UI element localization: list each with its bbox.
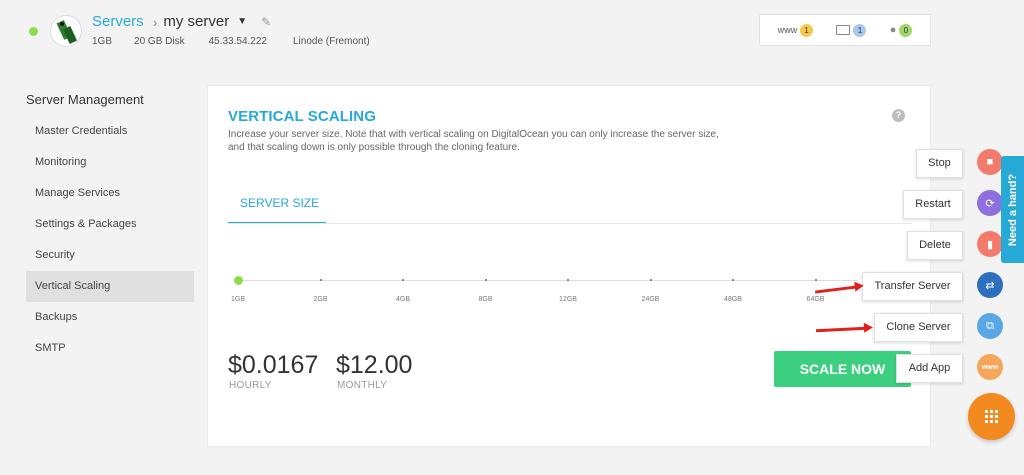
meta-ip: 45.33.54.222 xyxy=(208,36,267,47)
stop-button[interactable]: Stop xyxy=(916,149,963,178)
meta-provider: Linode (Fremont) xyxy=(292,36,370,47)
www-label: www xyxy=(777,25,798,35)
delete-button[interactable]: Delete xyxy=(907,231,963,260)
sidebar-item-master-credentials[interactable]: Master Credentials xyxy=(26,116,194,147)
size-slider-handle[interactable] xyxy=(234,276,243,285)
transfer-server-button[interactable]: Transfer Server xyxy=(862,272,963,301)
user-icon: ● xyxy=(889,24,897,36)
sidebar-item-backups[interactable]: Backups xyxy=(26,302,194,333)
slider-step-dot[interactable] xyxy=(567,279,569,281)
tab-server-size[interactable]: SERVER SIZE xyxy=(228,196,326,224)
sidebar: Server Management Master Credentials Mon… xyxy=(26,92,194,364)
need-a-hand-tab[interactable]: Need a hand? xyxy=(1001,156,1024,263)
hourly-price: $0.0167 xyxy=(228,351,319,379)
slider-size-label: 1GB xyxy=(230,296,246,303)
slider-step-dot[interactable] xyxy=(319,279,322,281)
slider-size-label: 48GB xyxy=(724,296,742,303)
slider-step-dot[interactable] xyxy=(402,279,404,281)
slider-size-label: 4GB xyxy=(395,296,411,303)
restart-button[interactable]: Restart xyxy=(903,190,963,219)
server-stats-box: www 1 1 ● 0 xyxy=(759,14,931,46)
server-header: Servers › my server ▼ ✎ 1GB 20 GB Disk 4… xyxy=(0,0,1024,62)
meta-ram: 1GB xyxy=(92,36,113,47)
transfer-icon[interactable]: ⇄ xyxy=(977,272,1003,298)
hourly-label: HOURLY xyxy=(229,380,272,391)
breadcrumb-servers-link[interactable]: Servers xyxy=(92,13,144,30)
server-avatar xyxy=(50,15,82,47)
stop-icon[interactable]: ■ xyxy=(977,149,1003,175)
tab-divider xyxy=(228,223,912,224)
slider-step-dot[interactable] xyxy=(814,279,817,281)
page-description: Increase your server size. Note that wit… xyxy=(228,129,719,153)
folder-count-badge: 1 xyxy=(853,23,867,37)
sidebar-item-settings-packages[interactable]: Settings & Packages xyxy=(26,209,194,240)
slider-step-dot[interactable] xyxy=(484,279,487,281)
add-app-button[interactable]: Add App xyxy=(896,354,963,383)
www-count-badge: 1 xyxy=(800,23,814,37)
caret-down-icon[interactable]: ▼ xyxy=(237,16,247,27)
monthly-price: $12.00 xyxy=(336,351,413,379)
sidebar-item-vertical-scaling[interactable]: Vertical Scaling xyxy=(26,271,194,302)
server-name: my server xyxy=(163,13,230,30)
clone-icon[interactable]: ⧉ xyxy=(977,313,1003,339)
size-slider-track[interactable] xyxy=(238,280,858,281)
chevron-right-icon: › xyxy=(152,13,158,30)
www-icon[interactable]: www xyxy=(977,354,1003,380)
help-icon[interactable]: ? xyxy=(892,109,905,122)
sidebar-item-smtp[interactable]: SMTP xyxy=(26,333,194,364)
trash-icon[interactable]: ▮ xyxy=(977,231,1003,257)
grid-icon xyxy=(985,410,998,423)
sidebar-item-manage-services[interactable]: Manage Services xyxy=(26,178,194,209)
sidebar-item-monitoring[interactable]: Monitoring xyxy=(26,147,194,178)
slider-step-dot[interactable] xyxy=(732,279,734,281)
stat-folders[interactable]: 1 xyxy=(836,23,867,37)
stat-www[interactable]: www 1 xyxy=(777,23,814,37)
stat-users[interactable]: ● 0 xyxy=(889,23,913,37)
actions-menu-button[interactable] xyxy=(968,393,1015,440)
monthly-label: MONTHLY xyxy=(337,380,388,391)
sidebar-title: Server Management xyxy=(26,92,144,107)
clone-server-button[interactable]: Clone Server xyxy=(874,313,963,342)
need-a-hand-label: Need a hand? xyxy=(1006,173,1019,246)
page-title: VERTICAL SCALING xyxy=(228,108,376,125)
slider-size-label: 24GB xyxy=(641,296,660,303)
sidebar-item-security[interactable]: Security xyxy=(26,240,194,271)
vertical-scaling-card: VERTICAL SCALING ? Increase your server … xyxy=(207,85,931,447)
slider-size-label: 12GB xyxy=(559,296,577,303)
slider-size-label: 64GB xyxy=(806,296,825,303)
pencil-icon[interactable]: ✎ xyxy=(261,15,271,29)
title-row: Servers › my server ▼ ✎ xyxy=(92,13,271,30)
status-indicator xyxy=(29,27,38,36)
folder-icon xyxy=(836,25,851,35)
slider-step-dot[interactable] xyxy=(649,279,652,281)
server-meta: 1GB 20 GB Disk 45.33.54.222 Linode (Frem… xyxy=(92,36,392,47)
restart-icon[interactable]: ⟳ xyxy=(977,190,1003,216)
slider-size-label: 2GB xyxy=(313,296,328,303)
meta-disk: 20 GB Disk xyxy=(134,36,185,47)
slider-size-label: 8GB xyxy=(478,296,493,303)
scale-now-button[interactable]: SCALE NOW xyxy=(774,351,911,387)
user-count-badge: 0 xyxy=(899,23,913,37)
